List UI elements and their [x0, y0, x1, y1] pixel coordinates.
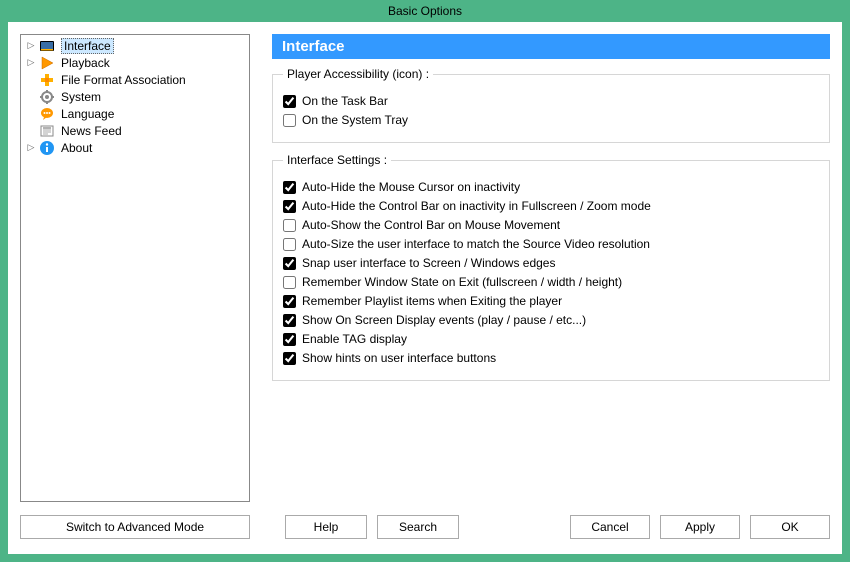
- nav-tree[interactable]: ▷ Interface ▷ Playback: [20, 34, 250, 502]
- option-row[interactable]: Enable TAG display: [283, 332, 819, 346]
- option-label: Auto-Show the Control Bar on Mouse Movem…: [302, 218, 560, 232]
- expander-spacer: [25, 91, 37, 103]
- interface-icon: [39, 38, 55, 54]
- switch-advanced-button[interactable]: Switch to Advanced Mode: [20, 515, 250, 539]
- tree-label: System: [59, 90, 103, 104]
- option-label: Auto-Hide the Mouse Cursor on inactivity: [302, 180, 520, 194]
- checkbox[interactable]: [283, 295, 296, 308]
- checkbox[interactable]: [283, 238, 296, 251]
- ok-button[interactable]: OK: [750, 515, 830, 539]
- expander-icon[interactable]: ▷: [25, 142, 37, 154]
- option-label: Auto-Size the user interface to match th…: [302, 237, 650, 251]
- tree-item-system[interactable]: System: [21, 88, 249, 105]
- client-area: ▷ Interface ▷ Playback: [8, 22, 842, 554]
- checkbox[interactable]: [283, 314, 296, 327]
- group-interface-settings: Interface Settings : Auto-Hide the Mouse…: [272, 153, 830, 381]
- option-label: Remember Playlist items when Exiting the…: [302, 294, 562, 308]
- option-label: Remember Window State on Exit (fullscree…: [302, 275, 622, 289]
- option-row[interactable]: Auto-Hide the Mouse Cursor on inactivity: [283, 180, 819, 194]
- language-icon: [39, 106, 55, 122]
- news-icon: [39, 123, 55, 139]
- checkbox-taskbar[interactable]: [283, 95, 296, 108]
- expander-icon[interactable]: ▷: [25, 57, 37, 69]
- option-label: Auto-Hide the Control Bar on inactivity …: [302, 199, 651, 213]
- tree-item-interface[interactable]: ▷ Interface: [21, 37, 249, 54]
- option-row[interactable]: Remember Window State on Exit (fullscree…: [283, 275, 819, 289]
- system-icon: [39, 89, 55, 105]
- tree-label: Interface: [61, 38, 114, 54]
- option-label: On the Task Bar: [302, 94, 388, 108]
- tree-item-news-feed[interactable]: News Feed: [21, 122, 249, 139]
- help-button[interactable]: Help: [285, 515, 367, 539]
- tree-label: News Feed: [59, 124, 124, 138]
- checkbox[interactable]: [283, 257, 296, 270]
- window: Basic Options ▷ Interface ▷: [0, 0, 850, 562]
- checkbox[interactable]: [283, 200, 296, 213]
- option-row[interactable]: Auto-Show the Control Bar on Mouse Movem…: [283, 218, 819, 232]
- tree-item-language[interactable]: Language: [21, 105, 249, 122]
- cancel-button[interactable]: Cancel: [570, 515, 650, 539]
- playback-icon: [39, 55, 55, 71]
- group-legend: Player Accessibility (icon) :: [283, 67, 433, 81]
- tree-label: File Format Association: [59, 73, 188, 87]
- option-taskbar[interactable]: On the Task Bar: [283, 94, 819, 108]
- button-bar: Switch to Advanced Mode Help Search Canc…: [20, 514, 830, 540]
- tree-label: Language: [59, 107, 116, 121]
- option-label: Show hints on user interface buttons: [302, 351, 496, 365]
- window-title: Basic Options: [388, 4, 462, 18]
- option-row[interactable]: Remember Playlist items when Exiting the…: [283, 294, 819, 308]
- apply-button[interactable]: Apply: [660, 515, 740, 539]
- checkbox[interactable]: [283, 333, 296, 346]
- checkbox[interactable]: [283, 219, 296, 232]
- option-label: Snap user interface to Screen / Windows …: [302, 256, 555, 270]
- about-icon: [39, 140, 55, 156]
- panel-header: Interface: [272, 34, 830, 59]
- tree-label: About: [59, 141, 94, 155]
- option-systray[interactable]: On the System Tray: [283, 113, 819, 127]
- expander-spacer: [25, 125, 37, 137]
- option-row[interactable]: Show hints on user interface buttons: [283, 351, 819, 365]
- expander-spacer: [25, 108, 37, 120]
- option-row[interactable]: Snap user interface to Screen / Windows …: [283, 256, 819, 270]
- title-bar: Basic Options: [0, 0, 850, 22]
- tree-item-file-format[interactable]: File Format Association: [21, 71, 249, 88]
- option-row[interactable]: Show On Screen Display events (play / pa…: [283, 313, 819, 327]
- option-label: Show On Screen Display events (play / pa…: [302, 313, 586, 327]
- settings-panel: Interface Player Accessibility (icon) : …: [272, 34, 830, 502]
- search-button[interactable]: Search: [377, 515, 459, 539]
- group-legend: Interface Settings :: [283, 153, 391, 167]
- file-format-icon: [39, 72, 55, 88]
- expander-icon[interactable]: ▷: [25, 40, 37, 52]
- option-label: On the System Tray: [302, 113, 408, 127]
- option-row[interactable]: Auto-Hide the Control Bar on inactivity …: [283, 199, 819, 213]
- checkbox-systray[interactable]: [283, 114, 296, 127]
- tree-label: Playback: [59, 56, 112, 70]
- main-area: ▷ Interface ▷ Playback: [20, 34, 830, 502]
- tree-item-playback[interactable]: ▷ Playback: [21, 54, 249, 71]
- checkbox[interactable]: [283, 181, 296, 194]
- group-player-accessibility: Player Accessibility (icon) : On the Tas…: [272, 67, 830, 143]
- expander-spacer: [25, 74, 37, 86]
- option-row[interactable]: Auto-Size the user interface to match th…: [283, 237, 819, 251]
- option-label: Enable TAG display: [302, 332, 407, 346]
- checkbox[interactable]: [283, 276, 296, 289]
- checkbox[interactable]: [283, 352, 296, 365]
- tree-item-about[interactable]: ▷ About: [21, 139, 249, 156]
